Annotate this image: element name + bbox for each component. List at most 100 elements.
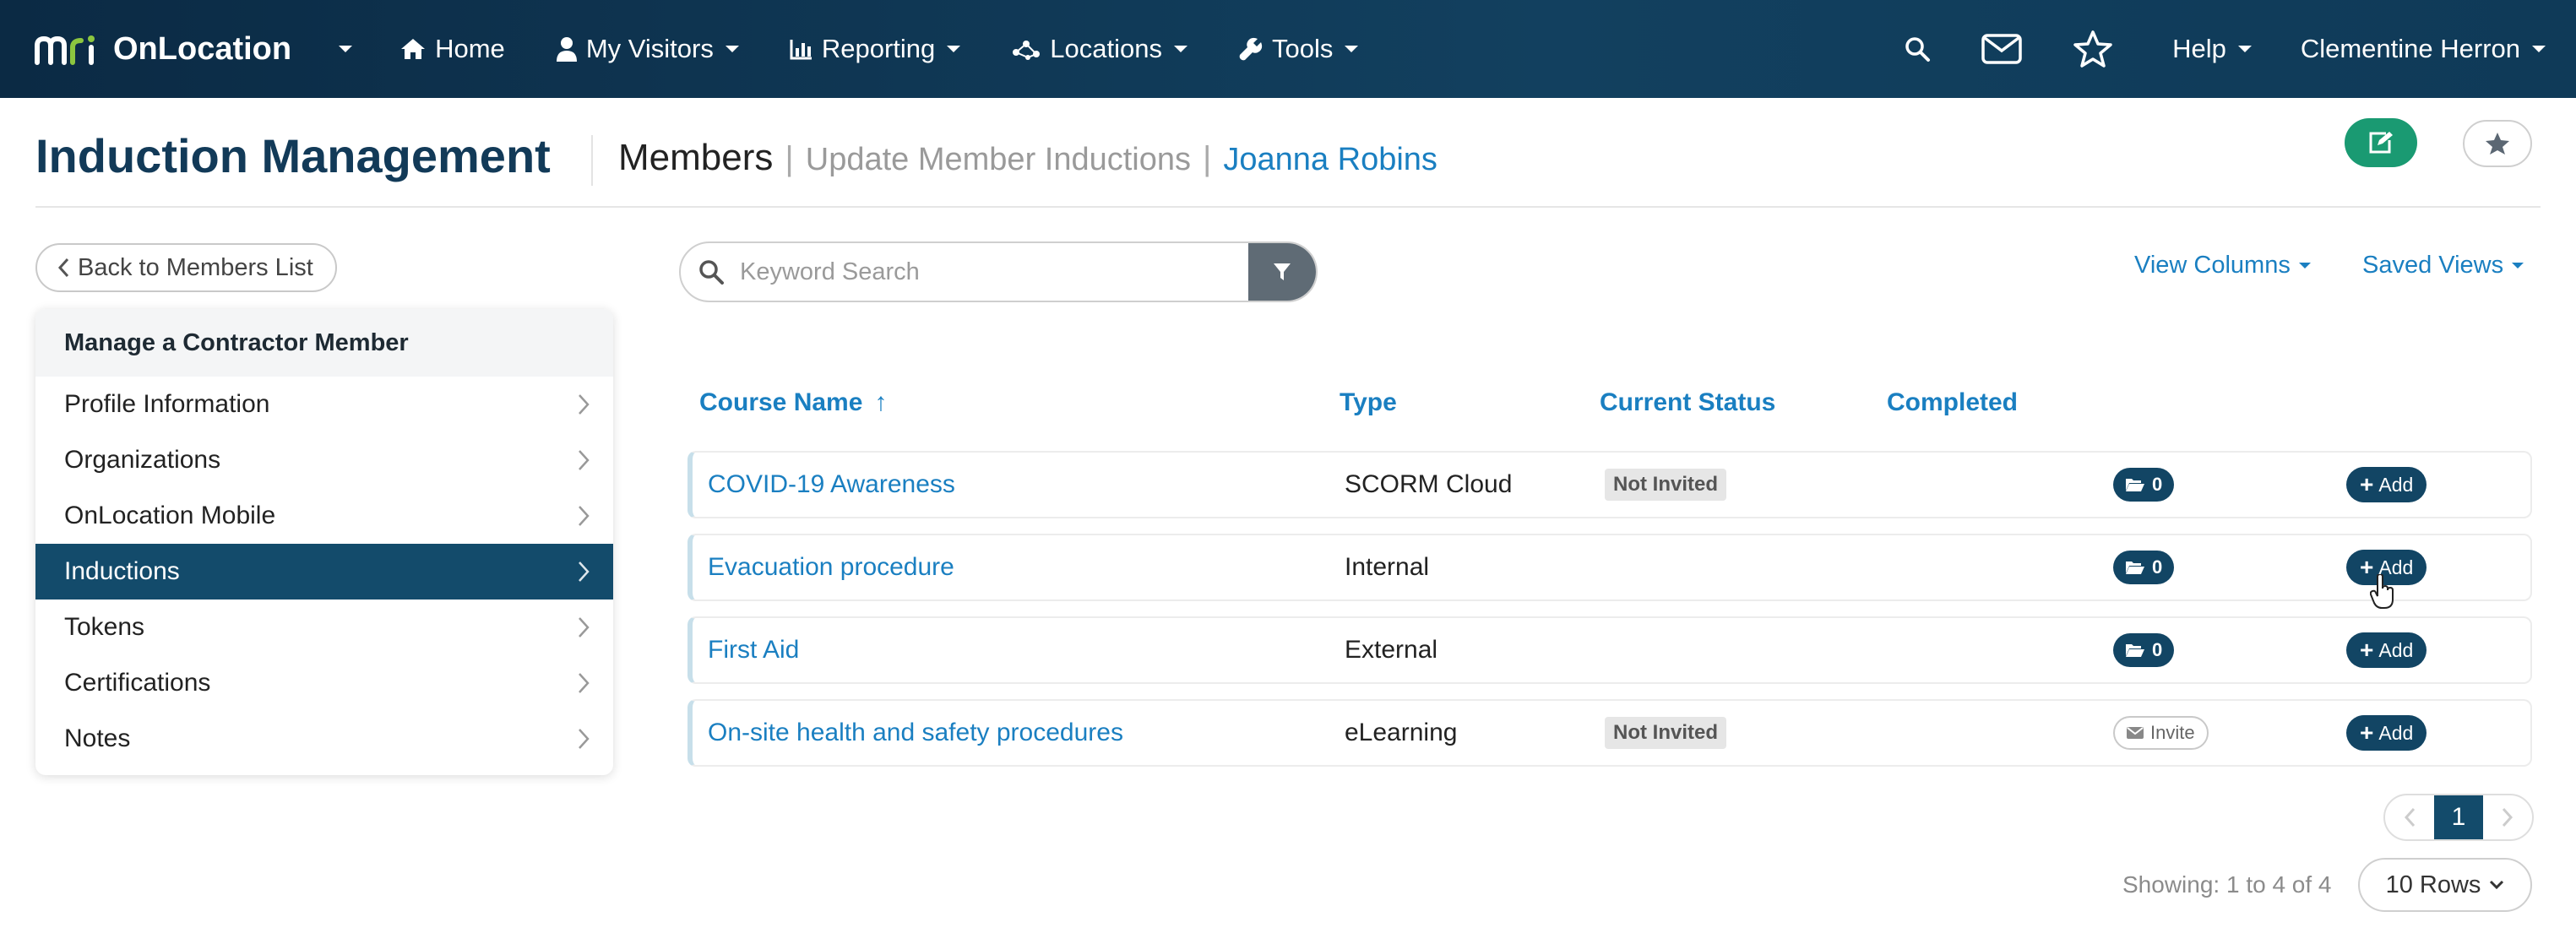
nav-my-visitors[interactable]: My Visitors xyxy=(556,34,739,64)
documents-button[interactable]: 0 xyxy=(2113,468,2175,502)
search-input[interactable] xyxy=(725,243,1248,301)
folder-open-icon xyxy=(2126,562,2144,574)
course-type: SCORM Cloud xyxy=(1345,470,1513,498)
status-cell: Not Invited xyxy=(1605,701,1726,765)
help-label: Help xyxy=(2172,34,2226,63)
breadcrumb-members[interactable]: Members xyxy=(618,137,773,179)
sidebar-item-certifications[interactable]: Certifications xyxy=(35,655,613,711)
bar-chart-icon xyxy=(790,40,812,60)
course-name-link[interactable]: First Aid xyxy=(708,618,799,682)
star-outline-icon xyxy=(2073,30,2112,68)
column-label: Type xyxy=(1340,388,1397,416)
column-header-current-status[interactable]: Current Status xyxy=(1600,388,1775,417)
sidebar-item-organizations[interactable]: Organizations xyxy=(35,432,613,488)
column-header-type[interactable]: Type xyxy=(1340,388,1397,417)
wrench-icon xyxy=(1239,37,1263,61)
nav-home-label: Home xyxy=(435,34,505,63)
home-icon xyxy=(401,39,426,59)
nav-my-visitors-label: My Visitors xyxy=(585,34,714,63)
action-cell: + Add xyxy=(2346,618,2427,682)
column-header-completed[interactable]: Completed xyxy=(1887,388,2018,417)
chevron-down-icon xyxy=(2237,46,2252,52)
next-page-button[interactable] xyxy=(2483,795,2532,839)
column-label: Course Name xyxy=(699,388,863,416)
plus-icon: + xyxy=(2360,637,2374,663)
search-button[interactable] xyxy=(1904,35,1931,62)
chevron-right-icon xyxy=(579,450,590,470)
add-label: Add xyxy=(2378,473,2414,496)
rows-per-page-select[interactable]: 10 Rows xyxy=(2358,858,2532,912)
course-name-link[interactable]: COVID-19 Awareness xyxy=(708,453,955,517)
invite-button[interactable]: Invite xyxy=(2113,716,2209,750)
add-button[interactable]: + Add xyxy=(2346,467,2427,502)
back-to-members-button[interactable]: Back to Members List xyxy=(35,243,337,292)
nav-locations[interactable]: Locations xyxy=(1011,34,1187,64)
edit-button[interactable] xyxy=(2345,118,2417,167)
course-name-link[interactable]: Evacuation procedure xyxy=(708,535,954,599)
brand[interactable]: OnLocation xyxy=(34,31,353,68)
keyword-search xyxy=(679,241,1318,302)
add-label: Add xyxy=(2378,638,2414,661)
add-button[interactable]: + Add xyxy=(2346,632,2427,668)
chevron-down-icon xyxy=(2298,263,2311,269)
sidebar-item-label: Organizations xyxy=(64,446,221,474)
chevron-down-icon xyxy=(1345,46,1359,52)
chevron-right-icon xyxy=(579,394,590,415)
chevron-left-icon xyxy=(2404,807,2416,827)
chevron-right-icon xyxy=(579,617,590,637)
nav-home[interactable]: Home xyxy=(399,34,505,64)
search-icon xyxy=(698,258,725,285)
page-header: Induction Management Members | Update Me… xyxy=(35,98,2541,208)
sidebar-item-profile-information[interactable]: Profile Information xyxy=(35,377,613,432)
brand-caret-icon[interactable] xyxy=(339,46,353,52)
contractor-member-menu: Manage a Contractor Member Profile Infor… xyxy=(35,309,613,775)
course-name-link[interactable]: On-site health and safety procedures xyxy=(708,701,1123,765)
sidebar-item-tokens[interactable]: Tokens xyxy=(35,599,613,655)
breadcrumb-separator: | xyxy=(785,140,794,177)
column-header-course-name[interactable]: Course Name ↑ xyxy=(699,388,887,417)
chevron-left-icon xyxy=(57,258,69,278)
sidebar-item-label: Notes xyxy=(64,724,131,752)
nav-reporting-label: Reporting xyxy=(821,34,936,63)
saved-views-dropdown[interactable]: Saved Views xyxy=(2362,252,2524,279)
nav-reporting[interactable]: Reporting xyxy=(790,34,961,64)
user-menu[interactable]: Clementine Herron xyxy=(2301,34,2546,64)
hand-cursor-icon xyxy=(2370,574,2394,609)
sidebar-item-inductions[interactable]: Inductions xyxy=(35,544,613,599)
breadcrumb-person[interactable]: Joanna Robins xyxy=(1223,142,1437,178)
documents-button[interactable]: 0 xyxy=(2113,551,2175,584)
table-row: First Aid External 0 + Add xyxy=(687,616,2532,684)
favorite-page-button[interactable] xyxy=(2463,120,2532,167)
documents-count: 0 xyxy=(2152,639,2163,660)
chevron-right-icon xyxy=(579,506,590,526)
table-row: COVID-19 Awareness SCORM Cloud Not Invit… xyxy=(687,451,2532,518)
sidebar-item-onlocation-mobile[interactable]: OnLocation Mobile xyxy=(35,488,613,544)
page-number[interactable]: 1 xyxy=(2434,795,2483,839)
favorites-button[interactable] xyxy=(2073,30,2113,68)
sidebar-item-notes[interactable]: Notes xyxy=(35,711,613,767)
side-menu-heading: Manage a Contractor Member xyxy=(35,309,613,377)
add-label: Add xyxy=(2378,721,2414,744)
help-menu[interactable]: Help xyxy=(2172,34,2252,64)
view-columns-label: View Columns xyxy=(2134,252,2291,279)
breadcrumb-separator: | xyxy=(1203,140,1212,177)
user-name: Clementine Herron xyxy=(2300,34,2520,63)
filter-button[interactable] xyxy=(1248,243,1316,301)
header-divider xyxy=(591,135,593,186)
view-columns-dropdown[interactable]: View Columns xyxy=(2134,252,2311,279)
documents-button[interactable]: 0 xyxy=(2113,633,2175,667)
course-type: eLearning xyxy=(1345,719,1458,746)
filter-icon xyxy=(1274,263,1291,280)
sidebar-item-label: Profile Information xyxy=(64,390,270,418)
prev-page-button[interactable] xyxy=(2385,795,2434,839)
action-cell: + Add xyxy=(2346,701,2427,765)
top-navigation-bar: OnLocation Home My Visitors Reporting Lo… xyxy=(0,0,2576,98)
folder-open-icon xyxy=(2126,479,2144,491)
nav-tools[interactable]: Tools xyxy=(1238,34,1359,64)
add-button[interactable]: + Add xyxy=(2346,715,2427,751)
chevron-right-icon xyxy=(579,562,590,582)
messages-button[interactable] xyxy=(1981,34,2022,64)
plus-icon: + xyxy=(2360,471,2374,497)
sidebar-item-label: Inductions xyxy=(64,557,180,585)
sidebar-item-label: Certifications xyxy=(64,669,211,697)
